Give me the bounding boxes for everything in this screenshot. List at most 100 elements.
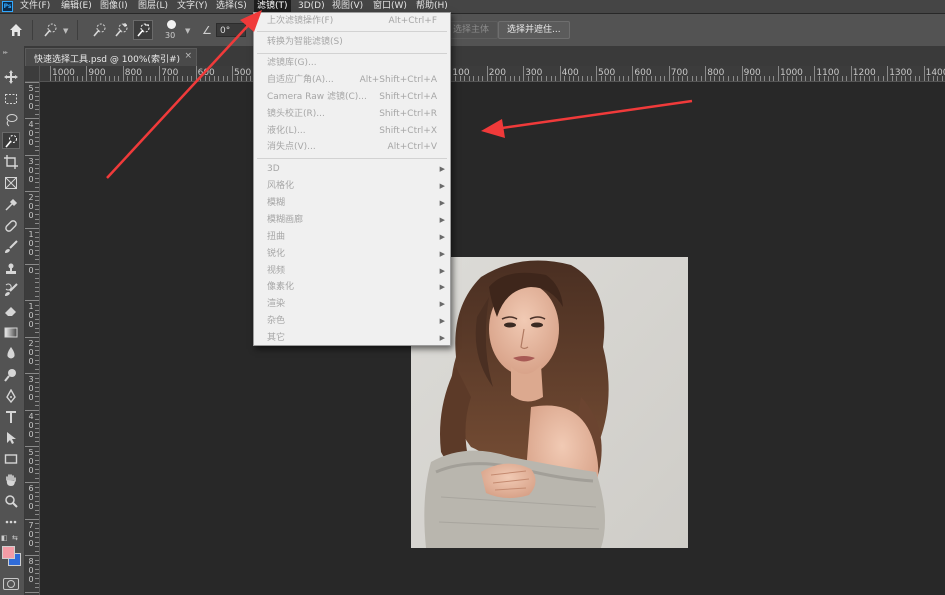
angle-input[interactable]: 0°	[216, 23, 246, 37]
ruler-label: 200	[28, 193, 34, 221]
menu-item-blur-gallery[interactable]: 模糊画廊 ▶	[254, 212, 450, 228]
options-bar: ▼ 30 ▼ ∠ 0° 选择主体 选择并遮住...	[0, 14, 945, 46]
eraser-tool-icon[interactable]	[2, 302, 20, 319]
brush-size-value[interactable]: 30	[165, 31, 175, 40]
menu-select[interactable]: 选择(S)	[216, 0, 247, 13]
ruler-minor-tick	[35, 91, 39, 93]
path-selection-tool-icon[interactable]	[2, 429, 20, 446]
ruler-minor-tick	[727, 76, 729, 81]
menu-item-filter-gallery[interactable]: 滤镜库(G)...	[254, 55, 450, 71]
ruler-corner[interactable]	[25, 66, 40, 82]
menu-item-last-filter[interactable]: 上次滤镜操作(F) Alt+Ctrl+F	[254, 13, 450, 29]
ruler-minor-tick	[878, 76, 880, 81]
hand-tool-icon[interactable]	[2, 471, 20, 488]
ruler-minor-tick	[35, 577, 39, 579]
menu-item-other[interactable]: 其它 ▶	[254, 330, 450, 346]
select-subject-button[interactable]: 选择主体	[444, 21, 499, 39]
panel-grip-icon[interactable]: ▸▸	[3, 49, 8, 56]
ruler-minor-tick	[855, 76, 857, 81]
menu-item-vanishing-point[interactable]: 消失点(V)... Alt+Ctrl+V	[254, 139, 450, 155]
marquee-tool-icon[interactable]	[2, 90, 20, 107]
ruler-minor-tick	[227, 76, 229, 81]
vertical-ruler[interactable]: 500 400 300 200 100 0 100 200 300 400 500 600 700 800…	[25, 82, 40, 595]
chevron-down-icon[interactable]: ▼	[63, 27, 68, 35]
menu-item-lens-correction[interactable]: 镜头校正(R)... Shift+Ctrl+R	[254, 106, 450, 122]
document-tab[interactable]: 快速选择工具.psd @ 100%(索引#) ×	[25, 48, 197, 66]
ruler-minor-tick	[664, 76, 666, 81]
close-icon[interactable]: ×	[184, 51, 192, 61]
menu-item-pixelate[interactable]: 像素化 ▶	[254, 279, 450, 295]
frame-tool-icon[interactable]	[2, 174, 20, 191]
ruler-minor-tick	[832, 76, 834, 81]
menu-item-stylize[interactable]: 风格化 ▶	[254, 178, 450, 194]
menu-item-noise[interactable]: 杂色 ▶	[254, 313, 450, 329]
menu-item-sharpen[interactable]: 锐化 ▶	[254, 246, 450, 262]
menu-item-convert-smart-filters[interactable]: 转换为智能滤镜(S)	[254, 34, 450, 50]
healing-brush-tool-icon[interactable]	[2, 217, 20, 234]
brush-preview-icon[interactable]	[167, 20, 176, 29]
ruler-minor-tick	[100, 76, 102, 81]
menu-item-camera-raw-filter[interactable]: Camera Raw 滤镜(C)... Shift+Ctrl+A	[254, 89, 450, 105]
menu-item-3d[interactable]: 3D ▶	[254, 161, 450, 177]
brush-tool-icon[interactable]	[2, 238, 20, 255]
move-tool-icon[interactable]	[2, 68, 20, 85]
pen-tool-icon[interactable]	[2, 387, 20, 404]
blur-tool-icon[interactable]	[2, 344, 20, 361]
quick-mask-icon[interactable]	[3, 578, 19, 590]
ruler-minor-tick	[859, 76, 861, 81]
history-brush-tool-icon[interactable]	[2, 281, 20, 298]
swap-colors-icon[interactable]: ⇆	[12, 534, 18, 542]
ruler-minor-tick	[591, 76, 593, 81]
ruler-minor-tick	[477, 76, 479, 81]
ruler-minor-tick	[35, 250, 39, 252]
ruler-minor-tick	[181, 76, 183, 81]
quick-select-preset-icon[interactable]	[40, 20, 60, 40]
ruler-minor-tick	[941, 76, 943, 81]
crop-tool-icon[interactable]	[2, 153, 20, 170]
ruler-minor-tick	[177, 76, 179, 81]
menu-item-blur[interactable]: 模糊 ▶	[254, 195, 450, 211]
add-to-selection-icon[interactable]	[111, 20, 131, 40]
dodge-tool-icon[interactable]	[2, 366, 20, 383]
subtract-from-selection-icon[interactable]	[133, 20, 153, 40]
menu-type[interactable]: 文字(Y)	[177, 0, 208, 13]
ruler-minor-tick	[473, 76, 475, 81]
more-tools-icon[interactable]	[2, 513, 20, 530]
eyedropper-tool-icon[interactable]	[2, 196, 20, 213]
type-tool-icon[interactable]	[2, 408, 20, 425]
foreground-color-swatch[interactable]	[2, 546, 15, 559]
menu-item-liquify[interactable]: 液化(L)... Shift+Ctrl+X	[254, 123, 450, 139]
ruler-minor-tick	[837, 76, 839, 81]
home-icon[interactable]	[8, 22, 24, 38]
ruler-tick	[632, 66, 634, 81]
lasso-tool-icon[interactable]	[2, 111, 20, 128]
quick-selection-tool-icon[interactable]	[2, 132, 20, 149]
rectangle-tool-icon[interactable]	[2, 450, 20, 467]
chevron-down-icon[interactable]: ▼	[185, 27, 190, 35]
menu-item-video[interactable]: 视频 ▶	[254, 263, 450, 279]
ruler-label: 100	[28, 302, 34, 330]
gradient-tool-icon[interactable]	[2, 323, 20, 340]
menu-item-distort[interactable]: 扭曲 ▶	[254, 229, 450, 245]
menu-item-adaptive-wide-angle[interactable]: 自适应广角(A)... Alt+Shift+Ctrl+A	[254, 72, 450, 88]
select-and-mask-button[interactable]: 选择并遮住...	[498, 21, 570, 39]
default-colors-icon[interactable]: ◧	[1, 534, 8, 542]
ruler-tick	[814, 66, 816, 81]
horizontal-ruler[interactable]: 1000900800700600500400300200100010020030…	[40, 66, 945, 82]
ruler-tick	[25, 118, 39, 120]
ruler-minor-tick	[35, 414, 39, 416]
ruler-tick	[25, 336, 39, 338]
clone-stamp-tool-icon[interactable]	[2, 260, 20, 277]
menu-file[interactable]: 文件(F)	[20, 0, 50, 13]
menu-item-render[interactable]: 渲染 ▶	[254, 296, 450, 312]
portrait-photo[interactable]	[411, 257, 688, 548]
ruler-minor-tick	[818, 76, 820, 81]
menu-edit[interactable]: 编辑(E)	[61, 0, 92, 13]
new-selection-icon[interactable]	[89, 20, 109, 40]
menu-image[interactable]: 图像(I)	[100, 0, 128, 13]
ruler-minor-tick	[35, 377, 39, 379]
ruler-label: 700	[28, 520, 34, 548]
menu-layer[interactable]: 图层(L)	[138, 0, 168, 13]
photoshop-logo[interactable]: Ps	[2, 1, 13, 12]
zoom-tool-icon[interactable]	[2, 492, 20, 509]
